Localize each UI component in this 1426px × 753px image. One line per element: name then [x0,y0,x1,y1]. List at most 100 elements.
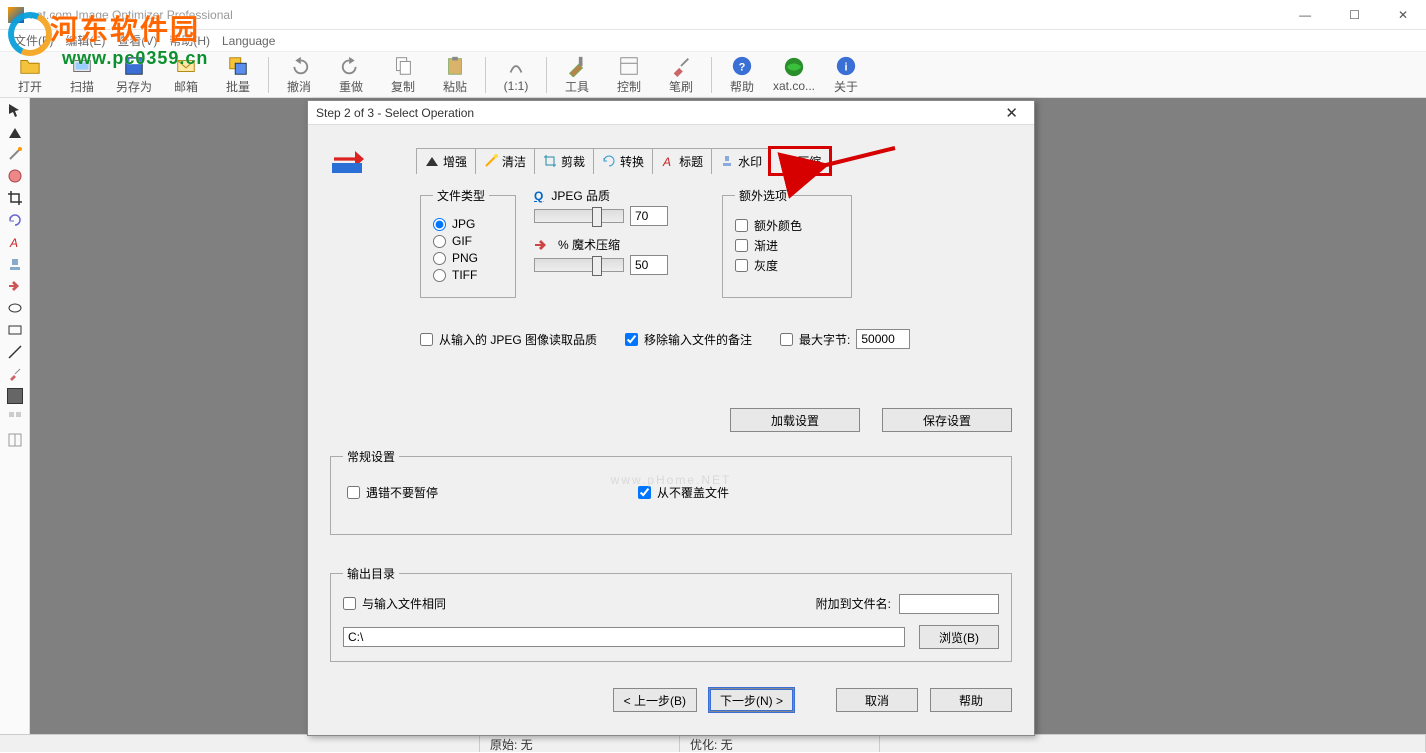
load-settings-button[interactable]: 加载设置 [730,408,860,432]
extra-legend: 额外选项 [735,187,791,204]
wizard-dialog: Step 2 of 3 - Select Operation ✕ 增强 清洁 剪… [307,100,1035,736]
side-toolbox: A [0,98,30,734]
dialog-titlebar: Step 2 of 3 - Select Operation ✕ [308,101,1034,125]
append-label: 附加到文件名: [816,595,891,612]
color-swatch[interactable] [7,388,23,404]
menu-file[interactable]: 文件(F) [10,30,57,51]
help-button[interactable]: 帮助 [930,688,1012,712]
tool-contrast-icon[interactable] [7,124,23,140]
menu-view[interactable]: 查看(V) [113,30,161,51]
tb-redo[interactable]: 重做 [325,53,377,97]
maxbytes-value[interactable] [856,329,910,349]
tb-ratio[interactable]: (1:1) [490,53,542,97]
tool-rotate-icon[interactable] [7,212,23,228]
check-read-quality[interactable] [420,333,433,346]
tb-batch[interactable]: 批量 [212,53,264,97]
filetype-legend: 文件类型 [433,187,489,204]
tb-control[interactable]: 控制 [603,53,655,97]
dialog-close-button[interactable]: ✕ [997,104,1026,122]
tool-stamp-icon[interactable] [7,256,23,272]
magic-compress-value[interactable] [630,255,668,275]
tb-scan[interactable]: 扫描 [56,53,108,97]
tb-undo[interactable]: 撤消 [273,53,325,97]
tb-xat[interactable]: xat.co... [768,53,820,97]
check-progressive[interactable] [735,239,748,252]
tb-mail[interactable]: 邮箱 [160,53,212,97]
tab-compress[interactable]: 压缩 [770,148,830,174]
check-same-as-input[interactable] [343,597,356,610]
tab-strip: 增强 清洁 剪裁 转换 A标题 水印 压缩 [416,147,829,174]
tool-compress-icon[interactable] [7,278,23,294]
toolbar-separator [485,57,486,93]
radio-png[interactable] [433,252,446,265]
check-extracolor[interactable] [735,219,748,232]
general-settings-group: 常规设置 遇错不要暂停 从不覆盖文件 [330,448,1012,535]
tab-caption[interactable]: A标题 [652,148,712,174]
browse-button[interactable]: 浏览(B) [919,625,999,649]
tool-wand-icon[interactable] [7,146,23,162]
tool-pointer-icon[interactable] [7,102,23,118]
general-legend: 常规设置 [343,448,399,465]
minimize-button[interactable]: — [1289,4,1321,26]
tab-enhance[interactable]: 增强 [416,148,476,174]
tab-convert[interactable]: 转换 [593,148,653,174]
svg-text:i: i [844,61,847,73]
quality-group: QJPEG 品质 % 魔术压缩 [534,187,704,310]
tb-saveas[interactable]: 另存为 [108,53,160,97]
check-maxbytes[interactable] [780,333,793,346]
menu-language[interactable]: Language [218,32,279,50]
tb-tools[interactable]: 工具 [551,53,603,97]
status-optimized: 优化: 无 [680,735,880,752]
back-button[interactable]: < 上一步(B) [613,688,697,712]
append-filename-field[interactable] [899,594,999,614]
magic-compress-slider[interactable] [534,258,624,272]
tool-brush-icon[interactable] [7,366,23,382]
menu-help[interactable]: 帮助(H) [165,30,214,51]
output-dir-group: 输出目录 与输入文件相同 附加到文件名: 浏览(B) [330,565,1012,662]
tab-crop[interactable]: 剪裁 [534,148,594,174]
filetype-group: 文件类型 JPG GIF PNG TIFF [420,187,516,298]
maximize-button[interactable]: ☐ [1339,4,1370,26]
radio-gif[interactable] [433,235,446,248]
status-original: 原始: 无 [480,735,680,752]
menu-bar: 文件(F) 编辑(E) 查看(V) 帮助(H) Language [0,30,1426,52]
tab-watermark[interactable]: 水印 [711,148,771,174]
tb-about[interactable]: i关于 [820,53,872,97]
tb-brush[interactable]: 笔刷 [655,53,707,97]
wizard-icon [330,145,370,175]
tb-copy[interactable]: 复制 [377,53,429,97]
tab-clean[interactable]: 清洁 [475,148,535,174]
tool-palette-icon[interactable] [7,168,23,184]
app-icon [8,7,24,23]
check-no-overwrite[interactable] [638,486,651,499]
tool-oval-icon[interactable] [7,300,23,316]
radio-jpg[interactable] [433,218,446,231]
tool-rect-icon[interactable] [7,322,23,338]
tool-grid1-icon[interactable] [7,410,23,426]
radio-tiff[interactable] [433,269,446,282]
status-bar: 原始: 无 优化: 无 [0,734,1426,752]
toolbar-separator [711,57,712,93]
toolbar: 打开 扫描 另存为 邮箱 批量 撤消 重做 复制 粘贴 (1:1) 工具 控制 … [0,52,1426,98]
tb-help[interactable]: ?帮助 [716,53,768,97]
cancel-button[interactable]: 取消 [836,688,918,712]
tool-line-icon[interactable] [7,344,23,360]
tb-paste[interactable]: 粘贴 [429,53,481,97]
output-path-field[interactable] [343,627,905,647]
close-button[interactable]: ✕ [1388,4,1418,26]
save-settings-button[interactable]: 保存设置 [882,408,1012,432]
svg-text:A: A [9,236,18,250]
tool-text-icon[interactable]: A [7,234,23,250]
menu-edit[interactable]: 编辑(E) [61,30,109,51]
jpeg-quality-value[interactable] [630,206,668,226]
next-button[interactable]: 下一步(N) > [709,688,794,712]
tb-open[interactable]: 打开 [4,53,56,97]
jpeg-quality-slider[interactable] [534,209,624,223]
tool-grid2-icon[interactable] [7,432,23,448]
extra-options-group: 额外选项 额外颜色 渐进 灰度 [722,187,852,298]
check-remove-comment[interactable] [625,333,638,346]
tool-crop-icon[interactable] [7,190,23,206]
output-legend: 输出目录 [343,565,399,582]
check-no-pause[interactable] [347,486,360,499]
check-grayscale[interactable] [735,259,748,272]
